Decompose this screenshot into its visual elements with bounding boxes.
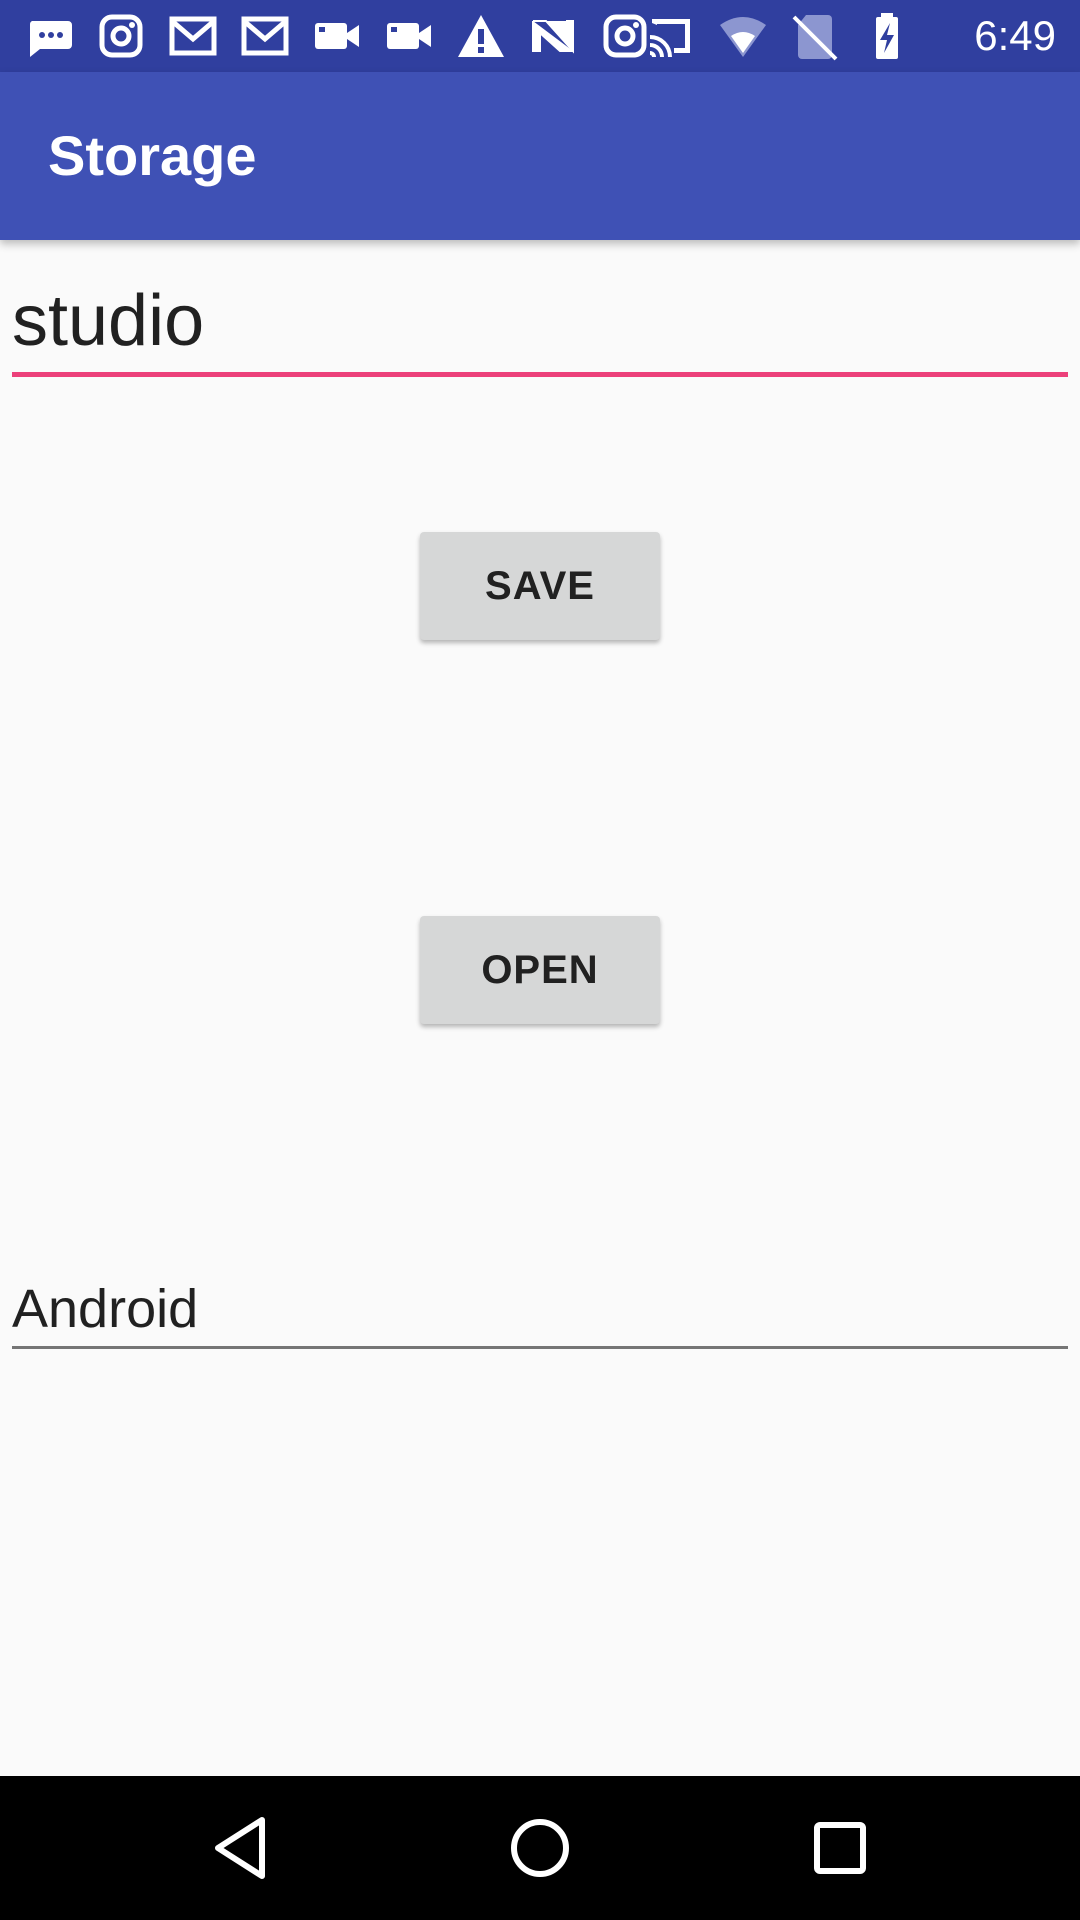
home-button[interactable] <box>490 1798 590 1898</box>
cast-icon <box>649 19 690 58</box>
messages-icon <box>29 21 72 57</box>
home-icon <box>511 1819 569 1877</box>
open-button[interactable]: OPEN <box>420 916 660 1024</box>
instagram-icon <box>99 14 143 58</box>
video-camera-icon <box>315 23 359 49</box>
gmail-icon <box>241 16 289 56</box>
back-button[interactable] <box>190 1798 290 1898</box>
instagram-icon <box>603 14 647 58</box>
back-icon <box>215 1817 265 1879</box>
top-text-field[interactable]: studio <box>12 260 1068 380</box>
n-logo-icon <box>532 20 574 54</box>
notification-icons <box>24 10 650 62</box>
app-title: Storage <box>48 124 257 187</box>
status-time: 6:49 <box>974 12 1056 59</box>
wifi-icon <box>720 17 766 57</box>
top-text-field-value[interactable]: studio <box>12 280 204 362</box>
bottom-text-field-underline <box>12 1346 1068 1349</box>
bottom-text-field[interactable]: Android <box>12 1260 1068 1360</box>
system-icons <box>646 10 912 62</box>
battery-charging-icon <box>876 13 898 59</box>
save-button[interactable]: SAVE <box>420 532 660 640</box>
app-bar: Storage <box>0 72 1080 240</box>
no-sim-icon <box>792 15 838 61</box>
navigation-bar <box>0 1776 1080 1920</box>
video-camera-icon <box>387 23 431 49</box>
gmail-icon <box>169 16 217 56</box>
bottom-text-field-value[interactable]: Android <box>12 1278 198 1340</box>
top-text-field-underline <box>12 372 1068 377</box>
status-bar: 6:49 <box>0 0 1080 72</box>
warning-icon <box>458 15 504 57</box>
recents-icon <box>814 1822 866 1874</box>
recents-button[interactable] <box>790 1798 890 1898</box>
